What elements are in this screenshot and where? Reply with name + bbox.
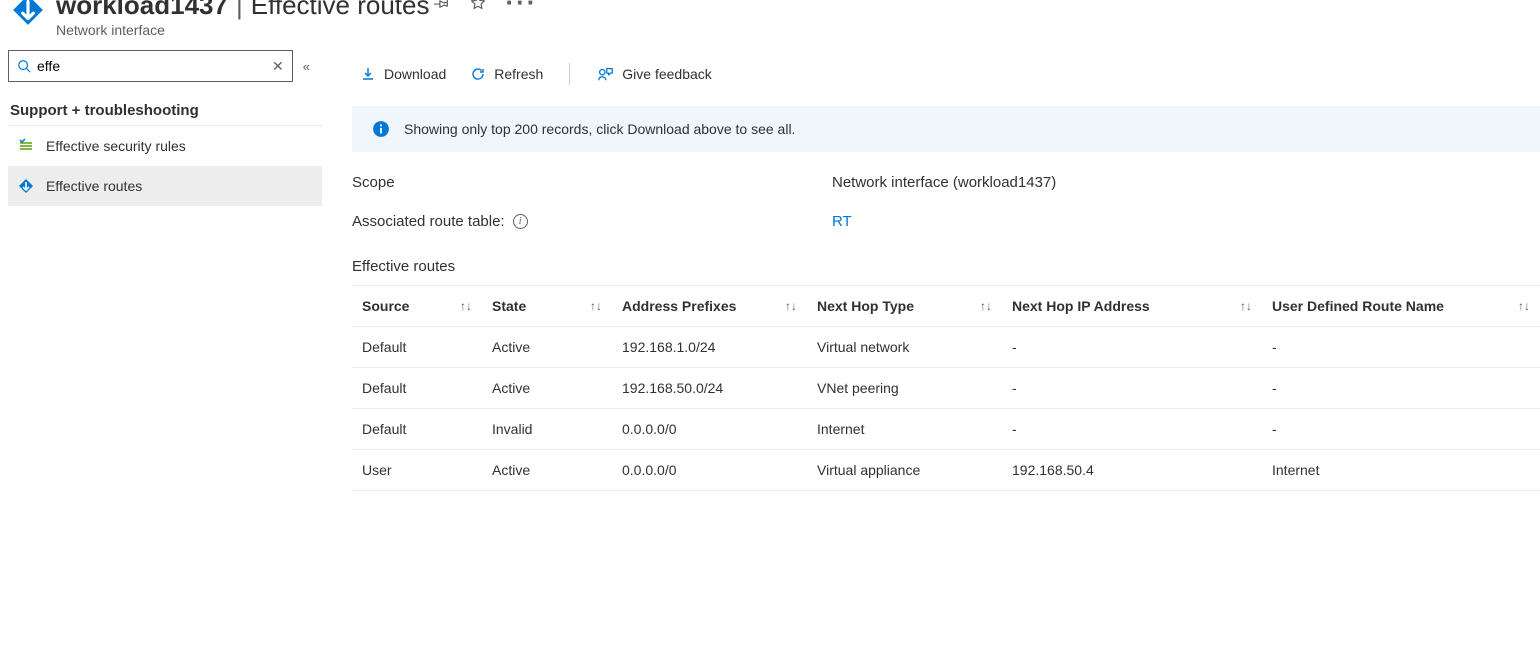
pin-icon[interactable] — [433, 0, 451, 12]
download-button[interactable]: Download — [352, 62, 454, 86]
table-body: DefaultActive192.168.1.0/24Virtual netwo… — [352, 327, 1540, 491]
column-label: Next Hop Type — [817, 298, 914, 314]
sidebar-item-effective-security-rules[interactable]: Effective security rules — [8, 126, 322, 166]
cell-udr: Internet — [1262, 450, 1540, 491]
sort-icon[interactable]: ↑↓ — [1240, 299, 1252, 313]
refresh-icon — [470, 66, 486, 82]
sort-icon[interactable]: ↑↓ — [785, 299, 797, 313]
cell-state: Active — [482, 450, 612, 491]
sidebar-item-icon — [18, 138, 34, 154]
info-tooltip-icon[interactable]: i — [513, 214, 528, 229]
sidebar-item-label: Effective security rules — [46, 138, 186, 154]
cell-udr: - — [1262, 409, 1540, 450]
sidebar-search[interactable]: ✕ — [8, 50, 293, 82]
page-header: workload1437 | Effective routes ··· — [0, 0, 1540, 42]
column-label: Next Hop IP Address — [1012, 298, 1150, 314]
column-header[interactable]: Next Hop IP Address ↑↓ — [1002, 286, 1262, 327]
blade-name: Effective routes — [251, 0, 430, 21]
table-title: Effective routes — [352, 230, 1540, 285]
favorite-icon[interactable] — [469, 0, 487, 12]
scope-value: Network interface (workload1437) — [832, 174, 1056, 191]
cell-state: Invalid — [482, 409, 612, 450]
resource-type-label: Network interface — [56, 22, 1522, 38]
route-table-link[interactable]: RT — [832, 213, 852, 230]
page-title: workload1437 | Effective routes ··· — [56, 0, 1522, 21]
cell-state: Active — [482, 327, 612, 368]
cell-source: Default — [352, 409, 482, 450]
sort-icon[interactable]: ↑↓ — [980, 299, 992, 313]
routes-table: Source↑↓State↑↓Address Prefixes↑↓Next Ho… — [352, 285, 1540, 491]
column-header[interactable]: Next Hop Type ↑↓ — [807, 286, 1002, 327]
cell-hop_type: Virtual appliance — [807, 450, 1002, 491]
scope-label: Scope — [352, 174, 832, 191]
info-bar: Showing only top 200 records, click Down… — [352, 106, 1540, 152]
table-row[interactable]: DefaultInvalid0.0.0.0/0Internet-- — [352, 409, 1540, 450]
more-icon[interactable]: ··· — [505, 0, 537, 18]
route-table-row: Associated route table: i RT — [352, 213, 1540, 230]
sidebar-item-effective-routes[interactable]: Effective routes — [8, 166, 322, 206]
refresh-label: Refresh — [494, 66, 543, 82]
cell-hop_ip: - — [1002, 409, 1262, 450]
sidebar-group-header: Support + troubleshooting — [8, 82, 322, 126]
cell-udr: - — [1262, 368, 1540, 409]
column-label: User Defined Route Name — [1272, 298, 1444, 314]
feedback-icon — [596, 65, 614, 83]
column-header[interactable]: Address Prefixes ↑↓ — [612, 286, 807, 327]
cell-udr: - — [1262, 327, 1540, 368]
sidebar: ✕ « Support + troubleshooting Effective … — [0, 42, 322, 491]
table-header-row: Source↑↓State↑↓Address Prefixes↑↓Next Ho… — [352, 286, 1540, 327]
sort-icon[interactable]: ↑↓ — [460, 299, 472, 313]
column-label: Source — [362, 298, 409, 314]
resource-name: workload1437 — [56, 0, 228, 21]
sort-icon[interactable]: ↑↓ — [1518, 299, 1530, 313]
info-icon — [372, 120, 390, 138]
cell-source: User — [352, 450, 482, 491]
collapse-sidebar-icon[interactable]: « — [299, 59, 314, 74]
table-row[interactable]: UserActive0.0.0.0/0Virtual appliance192.… — [352, 450, 1540, 491]
route-table-label: Associated route table: — [352, 213, 505, 230]
cell-hop_ip: - — [1002, 368, 1262, 409]
cell-prefixes: 0.0.0.0/0 — [612, 409, 807, 450]
feedback-label: Give feedback — [622, 66, 712, 82]
cell-prefixes: 0.0.0.0/0 — [612, 450, 807, 491]
sidebar-search-input[interactable] — [37, 58, 266, 74]
column-header[interactable]: User Defined Route Name ↑↓ — [1262, 286, 1540, 327]
column-header[interactable]: State ↑↓ — [482, 286, 612, 327]
refresh-button[interactable]: Refresh — [462, 62, 551, 86]
download-label: Download — [384, 66, 446, 82]
cell-state: Active — [482, 368, 612, 409]
sort-icon[interactable]: ↑↓ — [590, 299, 602, 313]
table-row[interactable]: DefaultActive192.168.1.0/24Virtual netwo… — [352, 327, 1540, 368]
column-label: Address Prefixes — [622, 298, 736, 314]
cell-hop_type: VNet peering — [807, 368, 1002, 409]
search-icon — [17, 59, 31, 73]
clear-search-icon[interactable]: ✕ — [272, 58, 284, 75]
cell-hop_type: Internet — [807, 409, 1002, 450]
cell-prefixes: 192.168.50.0/24 — [612, 368, 807, 409]
cell-source: Default — [352, 327, 482, 368]
toolbar-separator — [569, 63, 570, 85]
sidebar-item-label: Effective routes — [46, 178, 142, 194]
info-bar-text: Showing only top 200 records, click Down… — [404, 121, 795, 137]
cell-hop_ip: 192.168.50.4 — [1002, 450, 1262, 491]
resource-type-icon — [10, 0, 46, 28]
cell-prefixes: 192.168.1.0/24 — [612, 327, 807, 368]
cell-hop_type: Virtual network — [807, 327, 1002, 368]
table-row[interactable]: DefaultActive192.168.50.0/24VNet peering… — [352, 368, 1540, 409]
column-label: State — [492, 298, 526, 314]
feedback-button[interactable]: Give feedback — [588, 61, 720, 87]
cell-hop_ip: - — [1002, 327, 1262, 368]
column-header[interactable]: Source ↑↓ — [352, 286, 482, 327]
scope-row: Scope Network interface (workload1437) — [352, 174, 1540, 191]
cell-source: Default — [352, 368, 482, 409]
main-content: Download Refresh — [322, 42, 1540, 491]
command-bar: Download Refresh — [352, 52, 1540, 96]
sidebar-item-icon — [18, 178, 34, 194]
download-icon — [360, 66, 376, 82]
